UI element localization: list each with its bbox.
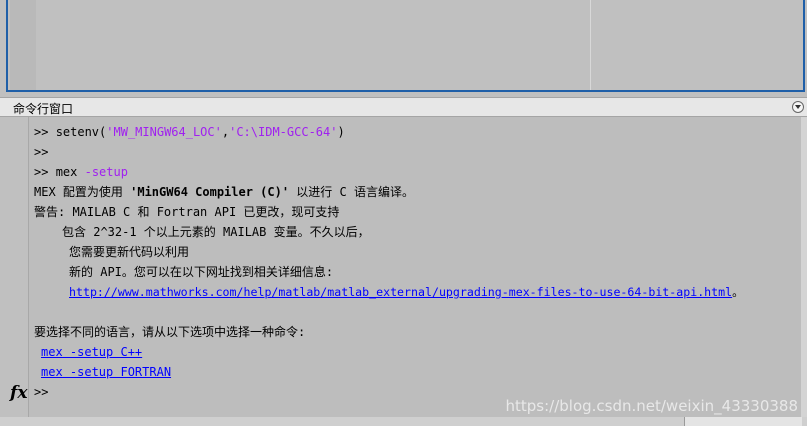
option-link-cpp[interactable]: mex -setup C++ — [41, 345, 142, 359]
doc-link[interactable]: http://www.mathworks.com/help/matlab/mat… — [69, 285, 732, 299]
command-gutter — [0, 117, 28, 426]
warning-line: 您需要更新代码以利用 — [69, 245, 190, 259]
output-text: 。 — [732, 285, 744, 299]
command-line-mex-setup: >> mex -setup — [34, 165, 128, 179]
comma: , — [221, 125, 230, 139]
option-link-text[interactable]: mex -setup FORTRAN — [41, 365, 171, 379]
panel-menu-icon[interactable] — [792, 101, 804, 113]
compiler-name: 'MinGW64 Compiler (C)' — [130, 185, 290, 199]
command-option: -setup — [84, 165, 128, 179]
editor-frame — [6, 0, 805, 92]
string-arg: 'C:\IDM-GCC-64' — [229, 125, 338, 139]
status-bar — [0, 417, 807, 426]
prompt: >> — [34, 145, 49, 159]
command-window-header: 命令行窗口 — [0, 97, 807, 117]
editor-gutter — [10, 0, 36, 90]
command-prompt[interactable]: >> — [34, 385, 48, 399]
scrollbar-track[interactable] — [801, 117, 807, 417]
editor-panel — [0, 0, 807, 96]
output-line: MEX 配置为使用 'MinGW64 Compiler (C)' 以进行 C 语… — [34, 185, 414, 199]
option-link-text[interactable]: mex -setup C++ — [41, 345, 142, 359]
editor-divider — [590, 0, 591, 90]
function-browser-icon[interactable]: fx — [10, 383, 27, 403]
command-window-title: 命令行窗口 — [13, 102, 74, 116]
command-output[interactable]: >> setenv('MW_MINGW64_LOC','C:\IDM-GCC-6… — [28, 117, 801, 417]
command-line-empty: >> — [34, 145, 48, 159]
command-text: setenv( — [55, 125, 107, 139]
command-line-setenv: >> setenv('MW_MINGW64_LOC','C:\IDM-GCC-6… — [34, 125, 345, 139]
watermark-text: https://blog.csdn.net/weixin_43330388 — [505, 397, 798, 415]
output-line: 要选择不同的语言，请从以下选项中选择一种命令: — [34, 325, 306, 339]
output-text: MEX 配置为使用 — [34, 185, 131, 199]
string-arg: 'MW_MINGW64_LOC' — [106, 125, 222, 139]
warning-line: 新的 API。您可以在以下网址找到相关详细信息: — [69, 265, 334, 279]
prompt: >> — [34, 125, 49, 139]
status-bar-segment — [684, 417, 802, 426]
command-window: >> setenv('MW_MINGW64_LOC','C:\IDM-GCC-6… — [0, 117, 807, 426]
prompt: >> — [34, 385, 49, 399]
warning-line: 包含 2^32-1 个以上元素的 MAILAB 变量。不久以后， — [62, 225, 370, 239]
warning-line: http://www.mathworks.com/help/matlab/mat… — [69, 285, 744, 299]
warning-line: 警告: MAILAB C 和 Fortran API 已更改，现可支持 — [34, 205, 340, 219]
command-text: mex — [55, 165, 78, 179]
option-link-fortran[interactable]: mex -setup FORTRAN — [41, 365, 171, 379]
prompt: >> — [34, 165, 49, 179]
close-paren: ) — [337, 125, 345, 139]
output-text: 以进行 C 语言编译。 — [289, 185, 414, 199]
